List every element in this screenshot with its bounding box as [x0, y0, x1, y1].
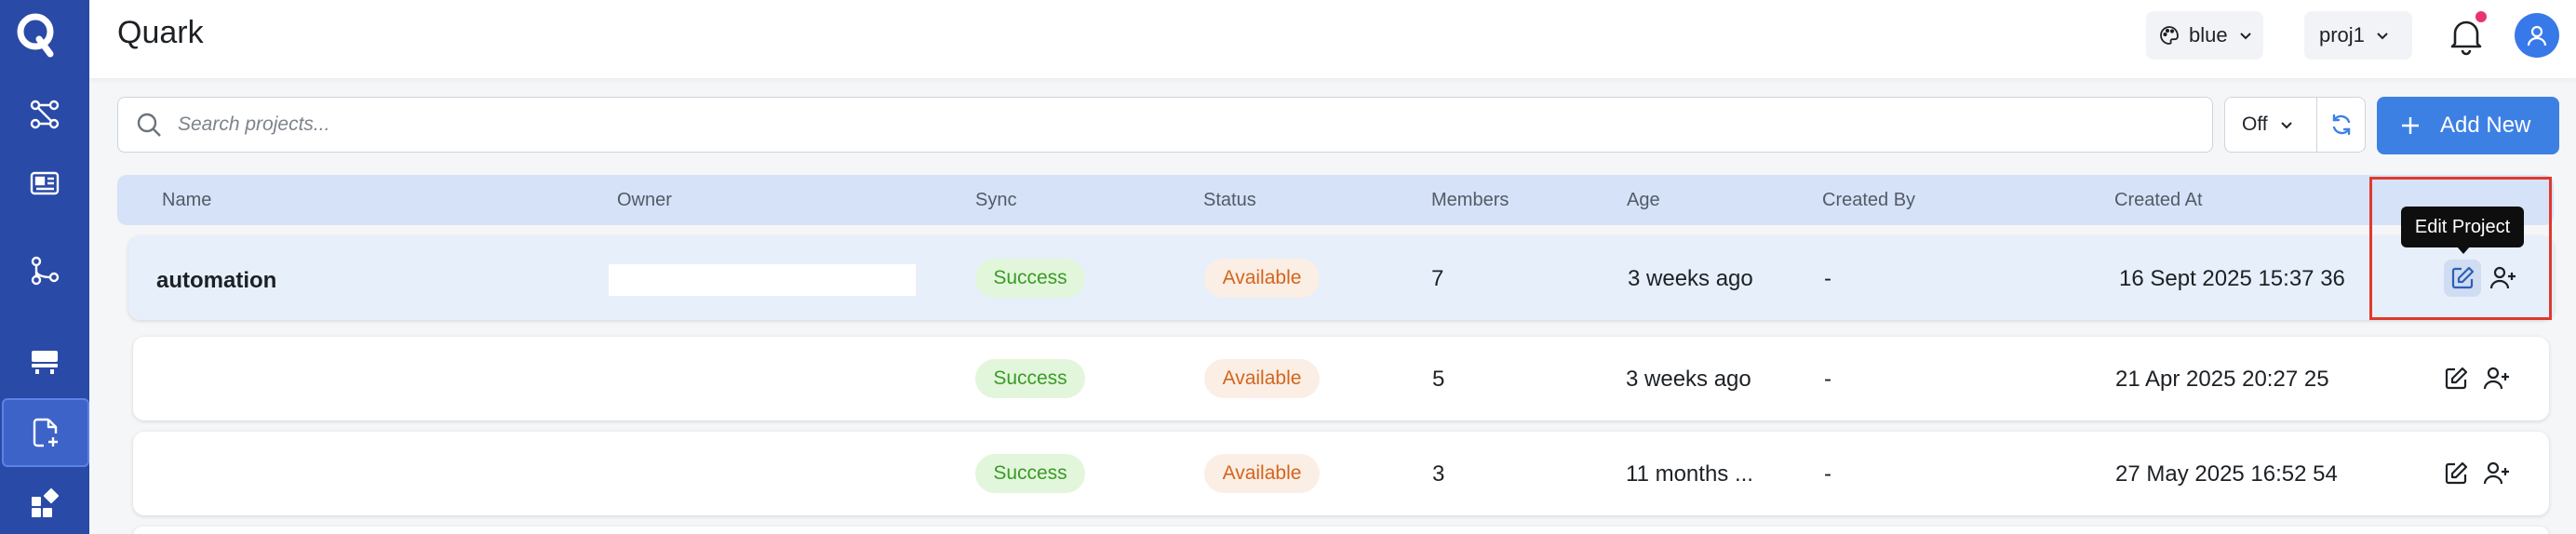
project-selector[interactable]: proj1 [2304, 11, 2412, 60]
sync-badge: Success [975, 454, 1085, 493]
column-header-name[interactable]: Name [162, 190, 211, 211]
project-label: proj1 [2319, 23, 2365, 47]
members-count: 7 [1431, 266, 1444, 291]
created-by-value: - [1824, 367, 1831, 392]
column-header-sync[interactable]: Sync [975, 190, 1016, 211]
add-member-icon[interactable] [2483, 460, 2511, 487]
add-new-label: Add New [2440, 113, 2531, 138]
theme-selector[interactable]: blue [2146, 11, 2263, 60]
table-row[interactable]: Success Available 3 11 months ... - 27 M… [133, 432, 2549, 515]
status-badge: Available [1204, 259, 1320, 298]
sidebar-item-dashboard[interactable] [0, 149, 89, 218]
sidebar-item-apps[interactable] [0, 469, 89, 534]
age-value: 3 weeks ago [1628, 266, 1753, 291]
chevron-down-icon [2239, 33, 2251, 40]
column-header-owner[interactable]: Owner [617, 190, 672, 211]
sidebar-item-workflows[interactable] [0, 80, 89, 149]
members-count: 5 [1432, 367, 1445, 392]
sync-badge: Success [975, 259, 1085, 298]
column-header-created-by[interactable]: Created By [1822, 190, 1915, 211]
sidebar [0, 0, 89, 534]
quark-logo[interactable] [13, 7, 60, 61]
sync-badge: Success [975, 359, 1085, 398]
age-value: 3 weeks ago [1626, 367, 1751, 392]
dashboard-card-icon [30, 171, 60, 195]
edit-project-tooltip: Edit Project [2401, 207, 2524, 247]
created-at-value: 21 Apr 2025 20:27 25 [2115, 367, 2329, 392]
apps-add-icon [32, 487, 60, 517]
members-count: 3 [1432, 461, 1445, 487]
workflow-icon [30, 100, 60, 129]
add-member-icon[interactable] [2483, 365, 2511, 393]
refresh-button[interactable] [2317, 97, 2366, 153]
table-row[interactable] [133, 527, 2549, 534]
owner-cell [609, 264, 916, 296]
plus-icon [2402, 117, 2419, 134]
theme-label: blue [2189, 23, 2228, 47]
file-add-icon [33, 418, 58, 447]
notification-badge [2475, 11, 2487, 22]
table-header: Name Owner Sync Status Members Age Creat… [117, 175, 2554, 225]
sidebar-item-servers[interactable] [0, 326, 89, 394]
age-value: 11 months ... [1626, 461, 1753, 487]
status-badge: Available [1204, 359, 1320, 398]
created-by-value: - [1824, 266, 1831, 291]
top-header: Quark blue proj1 [89, 0, 2576, 78]
created-at-value: 27 May 2025 16:52 54 [2115, 461, 2338, 487]
user-avatar[interactable] [2515, 13, 2559, 58]
column-header-created-at[interactable]: Created At [2114, 190, 2203, 211]
server-icon [32, 351, 58, 374]
search-input[interactable] [178, 113, 1853, 136]
app-title: Quark [117, 15, 204, 50]
table-row[interactable]: automation Success Available 7 3 weeks a… [128, 236, 2554, 320]
refresh-icon [2332, 113, 2350, 136]
palette-icon [2160, 26, 2179, 45]
search-icon [137, 113, 161, 137]
chevron-down-icon [2280, 122, 2292, 129]
pipeline-icon [31, 256, 60, 286]
status-badge: Available [1204, 454, 1320, 493]
tooltip-arrow [2457, 247, 2470, 254]
column-header-age[interactable]: Age [1627, 190, 1660, 211]
user-icon [2527, 25, 2547, 47]
table-row[interactable]: Success Available 5 3 weeks ago - 21 Apr… [133, 337, 2549, 421]
project-name[interactable]: automation [156, 268, 276, 294]
created-by-value: - [1824, 461, 1831, 487]
edit-icon[interactable] [2442, 460, 2470, 487]
sidebar-item-projects[interactable] [2, 398, 89, 467]
column-header-status[interactable]: Status [1203, 190, 1256, 211]
sync-filter-value: Off [2242, 113, 2268, 135]
sync-filter-select[interactable]: Off [2224, 97, 2317, 153]
edit-icon[interactable] [2442, 365, 2470, 393]
chevron-down-icon [2377, 33, 2388, 40]
search-bar[interactable] [117, 97, 2213, 153]
column-header-members[interactable]: Members [1431, 190, 1509, 211]
sidebar-item-pipelines[interactable] [0, 236, 89, 305]
add-new-button[interactable]: Add New [2377, 97, 2559, 154]
created-at-value: 16 Sept 2025 15:37 36 [2119, 266, 2345, 291]
